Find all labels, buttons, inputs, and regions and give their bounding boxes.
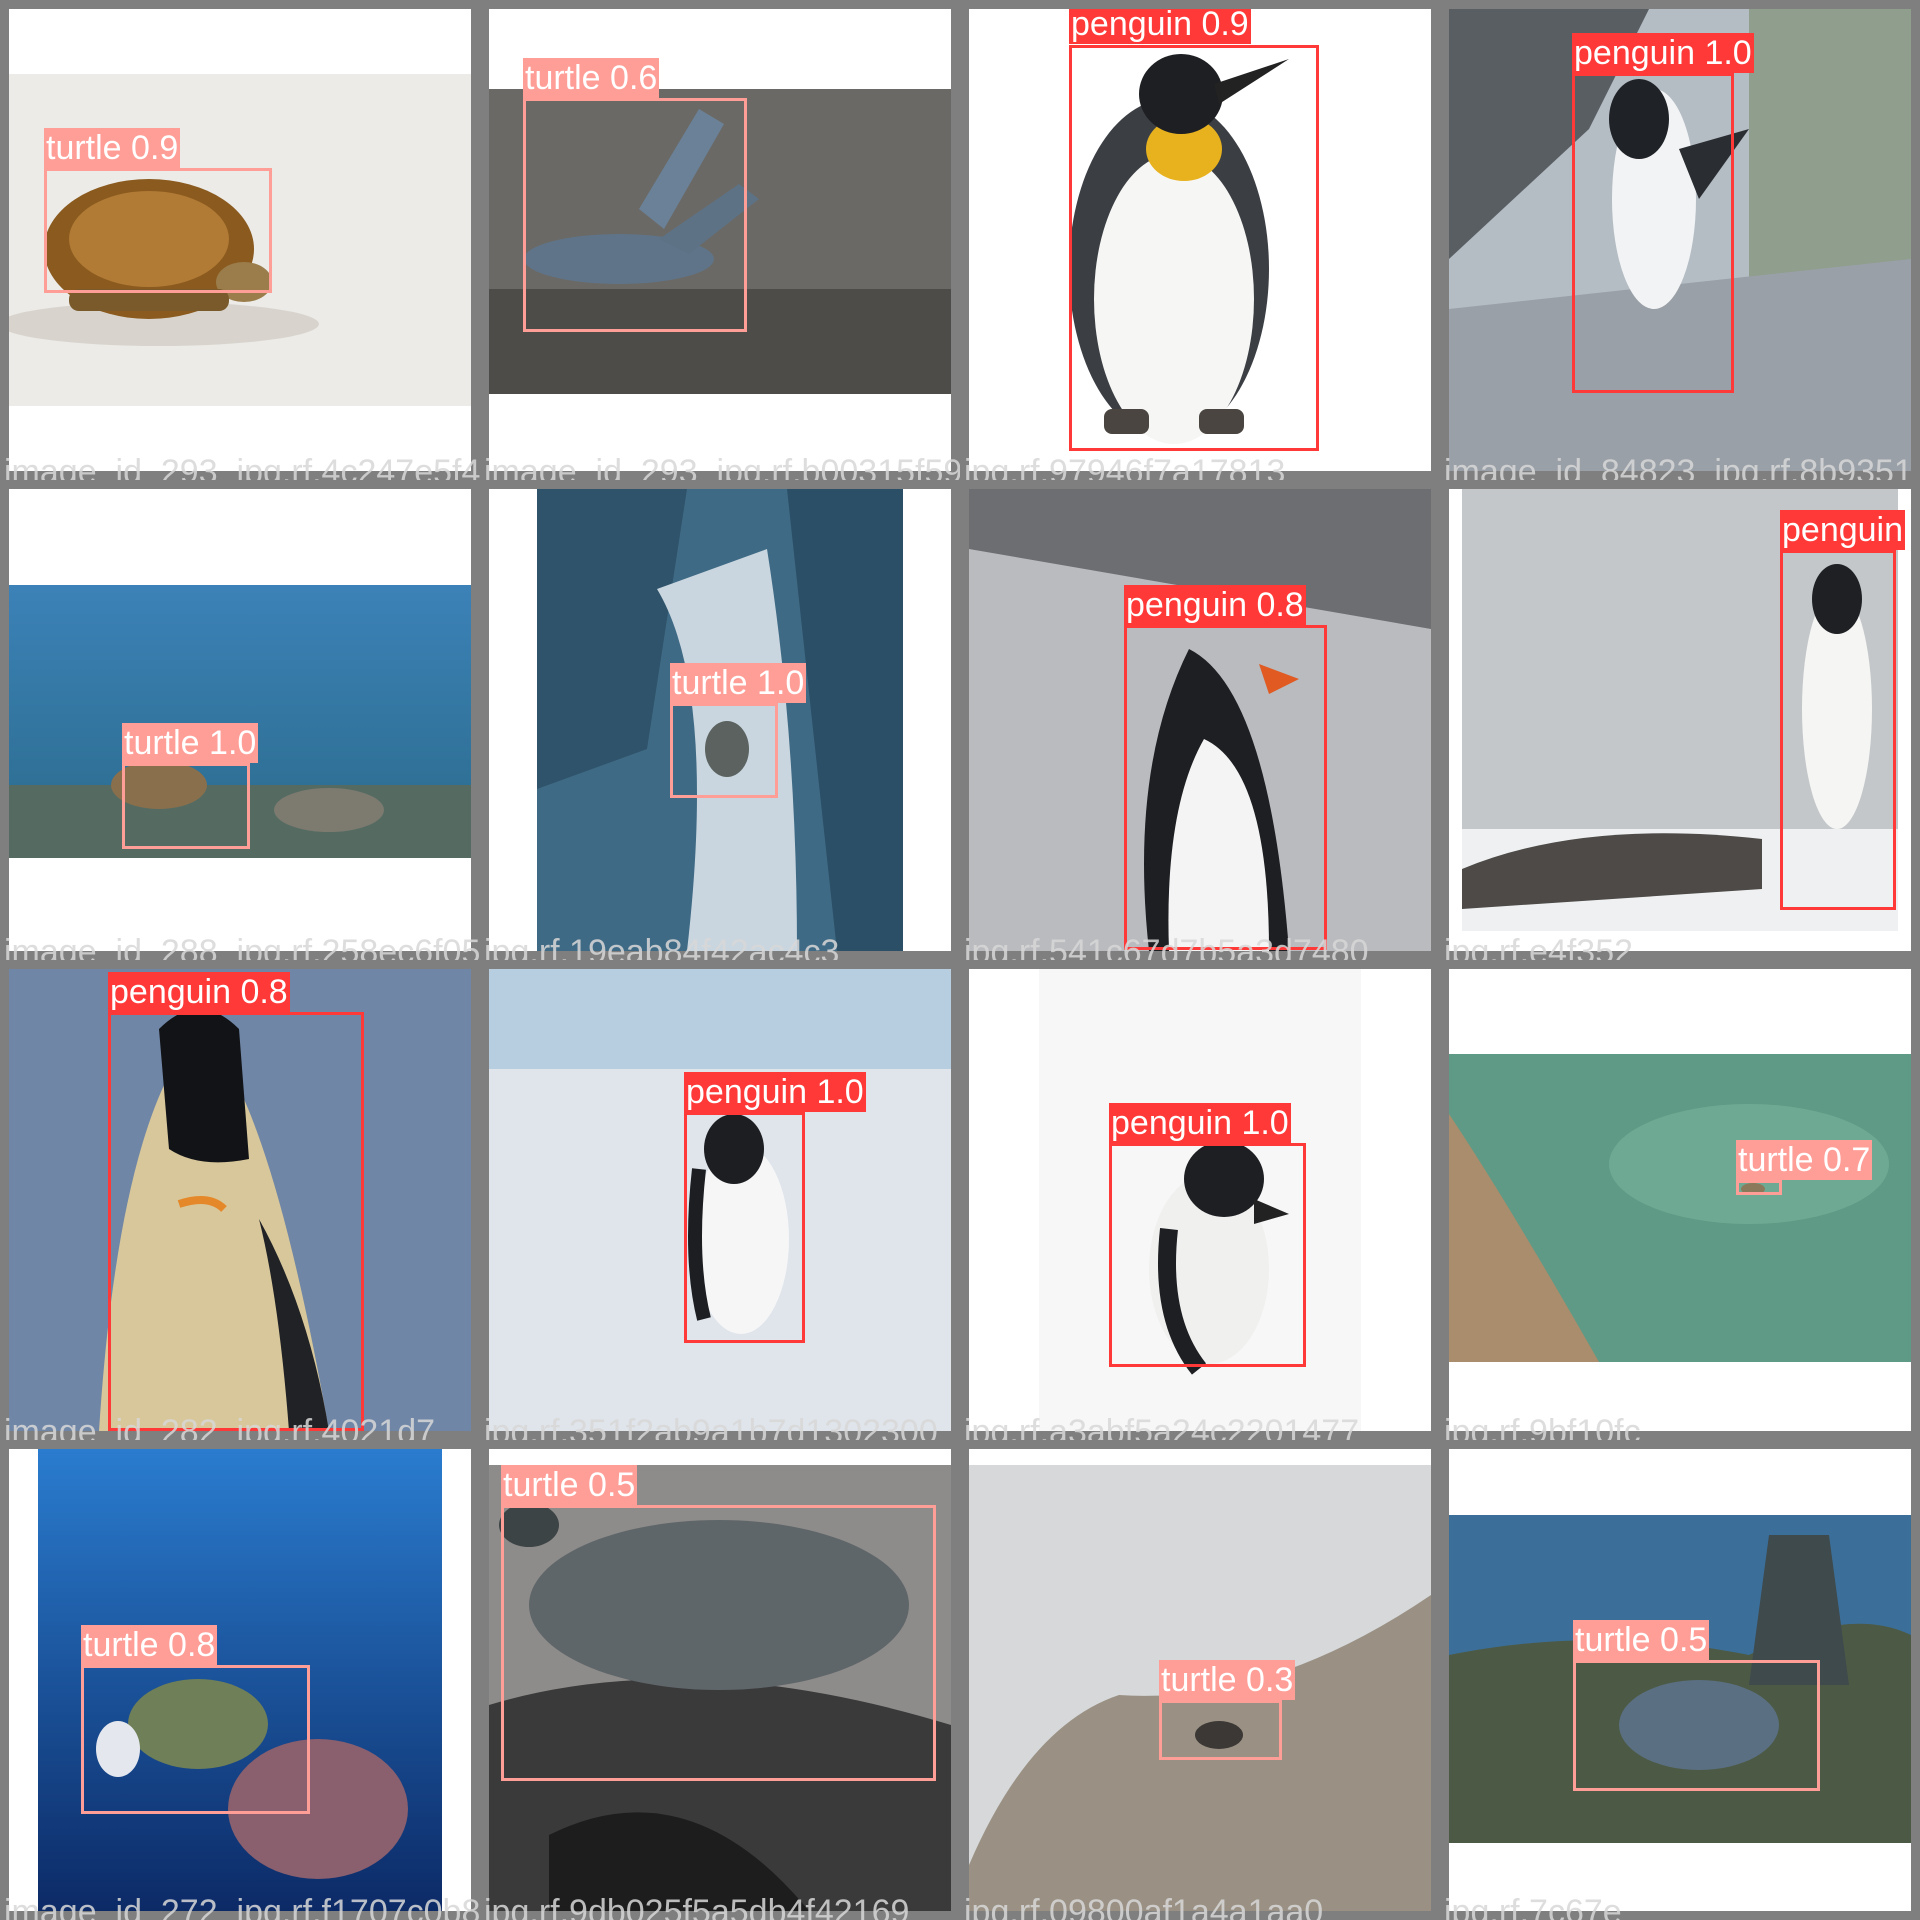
bounding-box: [1572, 73, 1734, 393]
bounding-box: [1159, 1700, 1282, 1760]
bounding-box: [122, 763, 250, 849]
image-filename: image_id_272_jpg.rf.f1707c0b8f08b0c65130: [4, 1893, 480, 1920]
grid-cell[interactable]: penguin 1.0 jpg.rf.a3abf5a24c2201477: [960, 960, 1440, 1440]
detection-label: turtle 0.7: [1736, 1140, 1873, 1180]
image-tile: penguin 1.0: [969, 969, 1431, 1431]
image-tile: penguin: [1449, 489, 1911, 951]
image-tile: penguin 0.8: [969, 489, 1431, 951]
grid-cell[interactable]: turtle 0.7 jpg.rf.9bf10fc: [1440, 960, 1920, 1440]
image-filename: jpg.rf.a3abf5a24c2201477: [964, 1413, 1360, 1440]
bounding-box: [1573, 1660, 1820, 1791]
bounding-box: [1109, 1143, 1306, 1367]
grid-cell[interactable]: turtle 0.5 jpg.rf.9db025f5a5db4f42169: [480, 1440, 960, 1920]
image-filename: jpg.rf.541c67d7b5a3d7480: [964, 933, 1369, 960]
bounding-box: [1069, 45, 1319, 451]
grid-cell[interactable]: penguin jpg.rf.e4f352: [1440, 480, 1920, 960]
grid-cell[interactable]: turtle 1.0 jpg.rf.19eab84f42ac4c3: [480, 480, 960, 960]
image-tile: turtle 1.0: [489, 489, 951, 951]
bounding-box: [501, 1505, 936, 1781]
green-water-photo: [1449, 1054, 1911, 1362]
bounding-box: [684, 1112, 805, 1343]
grid-cell[interactable]: penguin 1.0 image_id_84823_jpg.rf.8b9351: [1440, 0, 1920, 480]
detection-label: penguin 1.0: [684, 1072, 866, 1112]
detection-label: penguin 1.0: [1109, 1103, 1291, 1143]
image-tile: turtle 1.0: [9, 489, 471, 951]
bounding-box: [523, 98, 747, 332]
image-filename: jpg.rf.9bf10fc: [1444, 1413, 1641, 1440]
detection-label: penguin 0.8: [108, 972, 290, 1012]
image-tile: turtle 0.9: [9, 9, 471, 471]
grid-cell[interactable]: turtle 0.6 image_id_293_jpg.rf.b00315f59…: [480, 0, 960, 480]
image-filename: image_id_293_jpg.rf.4c247e5f4dbe0c2c7613: [4, 453, 480, 480]
bounding-box: [44, 168, 272, 293]
detection-label: turtle 1.0: [670, 663, 807, 703]
image-filename: jpg.rf.7c67e: [1444, 1893, 1622, 1920]
image-filename: jpg.rf.9db025f5a5db4f42169: [484, 1893, 910, 1920]
detection-label: penguin 1.0: [1572, 33, 1754, 73]
detection-label: turtle 0.6: [523, 58, 660, 98]
detection-label: turtle 1.0: [122, 723, 259, 763]
detection-label: turtle 0.8: [81, 1625, 218, 1665]
image-filename: jpg.rf.351f2ab9a1b7d1302300: [484, 1413, 938, 1440]
detection-label: turtle 0.5: [1573, 1620, 1710, 1660]
grid-cell[interactable]: penguin 0.8 image_id_282_jpg.rf.4021d7: [0, 960, 480, 1440]
image-tile: penguin 1.0: [489, 969, 951, 1431]
image-tile: penguin 0.9: [969, 9, 1431, 471]
grid-cell[interactable]: penguin 1.0 jpg.rf.351f2ab9a1b7d1302300: [480, 960, 960, 1440]
image-tile: penguin 1.0: [1449, 9, 1911, 471]
grid-cell[interactable]: penguin 0.9 jpg.rf.97946f7a17813: [960, 0, 1440, 480]
image-filename: jpg.rf.97946f7a17813: [964, 453, 1286, 480]
image-filename: image_id_282_jpg.rf.4021d7: [4, 1413, 436, 1440]
image-filename: image_id_84823_jpg.rf.8b9351: [1444, 453, 1913, 480]
image-tile: turtle 0.6: [489, 9, 951, 471]
grid-cell[interactable]: turtle 0.9 image_id_293_jpg.rf.4c247e5f4…: [0, 0, 480, 480]
image-filename: image_id_288_jpg.rf.258ec6f05bda2f8242de: [4, 933, 480, 960]
grid-cell[interactable]: turtle 0.8 image_id_272_jpg.rf.f1707c0b8…: [0, 1440, 480, 1920]
grid-cell[interactable]: penguin 0.8 jpg.rf.541c67d7b5a3d7480: [960, 480, 1440, 960]
image-tile: turtle 0.7: [1449, 969, 1911, 1431]
image-filename: image_id_293_jpg.rf.b00315f59ad7c30c: [484, 453, 960, 480]
grid-cell[interactable]: turtle 0.3 jpg.rf.09800af1a4a1aa0: [960, 1440, 1440, 1920]
detection-label: turtle 0.3: [1159, 1660, 1296, 1700]
detection-grid: turtle 0.9 image_id_293_jpg.rf.4c247e5f4…: [0, 0, 1920, 1920]
grid-cell[interactable]: turtle 0.5 jpg.rf.7c67e: [1440, 1440, 1920, 1920]
image-filename: jpg.rf.09800af1a4a1aa0: [964, 1893, 1324, 1920]
image-tile: turtle 0.3: [969, 1449, 1431, 1911]
detection-label: penguin: [1780, 510, 1906, 550]
detection-label: turtle 0.5: [501, 1465, 638, 1505]
bounding-box: [670, 703, 778, 798]
image-tile: turtle 0.8: [9, 1449, 471, 1911]
image-tile: turtle 0.5: [489, 1449, 951, 1911]
bounding-box: [81, 1665, 310, 1814]
detection-label: penguin 0.9: [1069, 9, 1251, 44]
bounding-box: [1780, 550, 1896, 910]
image-filename: jpg.rf.19eab84f42ac4c3: [484, 933, 840, 960]
detection-label: turtle 0.9: [44, 128, 181, 168]
bounding-box: [1736, 1180, 1782, 1195]
detection-label: penguin 0.8: [1124, 585, 1306, 625]
image-filename: jpg.rf.e4f352: [1444, 933, 1634, 960]
bounding-box: [108, 1012, 364, 1431]
image-tile: penguin 0.8: [9, 969, 471, 1431]
image-tile: turtle 0.5: [1449, 1449, 1911, 1911]
grid-cell[interactable]: turtle 1.0 image_id_288_jpg.rf.258ec6f05…: [0, 480, 480, 960]
bounding-box: [1124, 625, 1327, 950]
